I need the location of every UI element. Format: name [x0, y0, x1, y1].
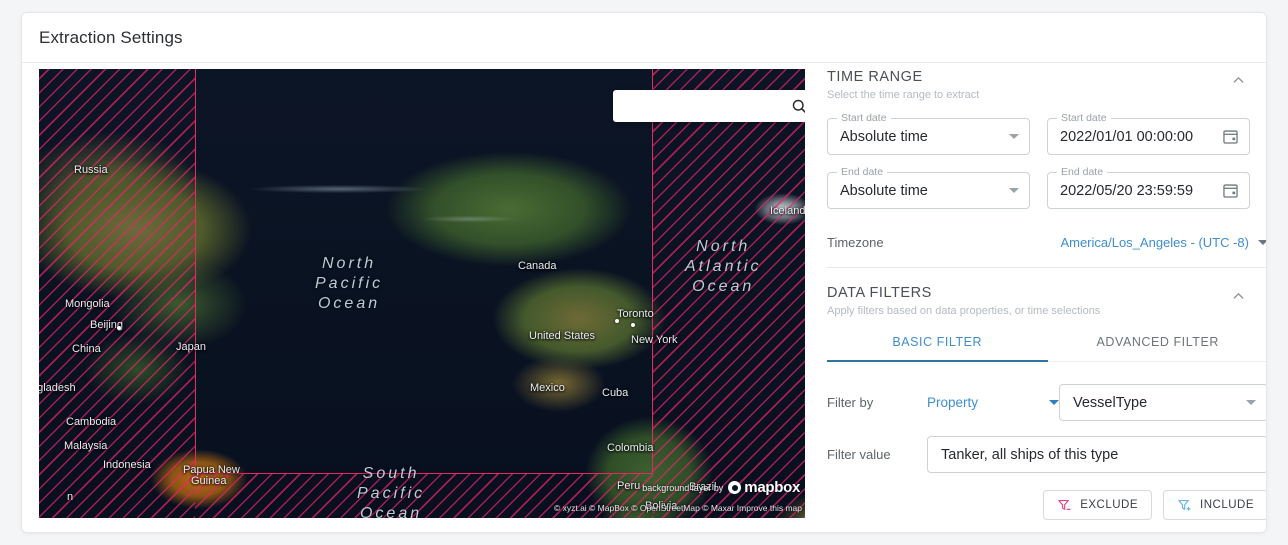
- map-attribution-bottom[interactable]: © xyzt.ai © MapBox © OpenStreetMap © Max…: [554, 503, 802, 513]
- end-date-label: End date: [1057, 166, 1108, 178]
- map-place-label: Malaysia: [64, 440, 108, 452]
- include-button-label: INCLUDE: [1200, 499, 1254, 511]
- chevron-down-icon[interactable]: [1009, 134, 1019, 139]
- calendar-icon[interactable]: [1222, 128, 1239, 145]
- map-place-label: Mauritan: [804, 394, 805, 406]
- extraction-settings-card: Extraction Settings Russia Mongolia Beijin…: [21, 12, 1267, 533]
- map-place-label: Iceland: [770, 205, 805, 217]
- chevron-down-icon[interactable]: [1246, 400, 1256, 405]
- filter-by-property-select[interactable]: VesselType: [1059, 384, 1266, 421]
- map-place-label: Canada: [518, 260, 557, 272]
- filter-tabs: BASIC FILTER ADVANCED FILTER: [827, 335, 1267, 362]
- data-filters-section-header: DATA FILTERS Apply filters based on data…: [827, 285, 1266, 317]
- map-place-label: New York: [631, 334, 678, 346]
- map-search-box[interactable]: [613, 90, 805, 122]
- map-city-dot: [615, 319, 619, 323]
- map-place-label: Peru: [617, 480, 641, 492]
- map-place-label: Guinea: [191, 475, 227, 487]
- filter-by-type-select[interactable]: Property: [927, 395, 1059, 410]
- map-city-dot: [117, 326, 121, 330]
- start-date-value[interactable]: 2022/01/01 00:00:00: [1060, 129, 1222, 145]
- map-ocean-label: South Pacific Ocean: [357, 465, 426, 518]
- map-search-input[interactable]: [623, 99, 791, 113]
- map-place-label: China: [72, 343, 101, 355]
- filter-by-label: Filter by: [827, 395, 874, 410]
- filter-action-buttons: EXCLUDE INCLUDE: [827, 490, 1266, 520]
- card-header: Extraction Settings: [22, 13, 1266, 63]
- end-mode-value: Absolute time: [840, 182, 928, 199]
- filter-value-label: Filter value: [827, 447, 891, 462]
- map-place-label: Toronto: [617, 308, 654, 320]
- chevron-down-icon[interactable]: [1258, 240, 1266, 245]
- calendar-icon[interactable]: [1222, 182, 1239, 199]
- end-date-field[interactable]: End date 2022/05/20 23:59:59: [1047, 166, 1250, 209]
- filter-plus-icon: [1178, 499, 1191, 511]
- map-place-label: Indonesia: [103, 459, 151, 471]
- map-ocean-label: North Atlantic Ocean: [685, 238, 762, 295]
- map-place-label: Russia: [74, 164, 108, 176]
- map-place-label: United States: [529, 330, 596, 342]
- page-title: Extraction Settings: [39, 27, 183, 47]
- exclude-button[interactable]: EXCLUDE: [1043, 490, 1153, 520]
- data-filters-subtitle: Apply filters based on data properties, …: [827, 305, 1101, 317]
- mapbox-wordmark: mapbox: [744, 479, 800, 496]
- tab-advanced-filter[interactable]: ADVANCED FILTER: [1048, 335, 1267, 361]
- time-range-section-header: TIME RANGE Select the time range to extr…: [827, 69, 1266, 101]
- map-place-label: n: [67, 491, 74, 503]
- map-place-label: ngladesh: [39, 382, 76, 394]
- map-place-label: Cambodia: [66, 416, 117, 428]
- mapbox-logo: mapbox: [728, 479, 800, 496]
- data-filters-title: DATA FILTERS: [827, 285, 932, 301]
- timezone-select[interactable]: America/Los_Angeles - (UTC -8): [1060, 235, 1266, 250]
- map-place-label: Japan: [176, 341, 206, 353]
- data-filters-collapse-chevron-up-icon[interactable]: [1231, 289, 1246, 304]
- end-mode-label: End date: [837, 166, 888, 178]
- search-icon[interactable]: [791, 98, 805, 115]
- timezone-row: Timezone America/Los_Angeles - (UTC -8): [827, 235, 1266, 250]
- time-range-collapse-chevron-up-icon[interactable]: [1231, 73, 1246, 88]
- end-mode-select[interactable]: End date Absolute time: [827, 166, 1030, 209]
- filter-by-type-value: Property: [927, 395, 979, 410]
- filter-value-input[interactable]: [941, 446, 1254, 463]
- settings-panel: TIME RANGE Select the time range to extr…: [827, 69, 1267, 529]
- filter-minus-icon: [1058, 499, 1071, 510]
- start-mode-value: Absolute time: [840, 128, 928, 145]
- filter-value-row: Filter value: [827, 436, 1266, 473]
- map-attribution-top: background layer by mapbox: [642, 479, 800, 496]
- map-place-label: Cuba: [602, 387, 629, 399]
- start-date-field[interactable]: Start date 2022/01/01 00:00:00: [1047, 112, 1250, 155]
- map-place-label: Colombia: [607, 442, 654, 454]
- end-date-value[interactable]: 2022/05/20 23:59:59: [1060, 183, 1222, 199]
- time-range-title: TIME RANGE: [827, 69, 923, 85]
- start-date-label: Start date: [1057, 112, 1111, 124]
- map-ocean-label: North Pacific Ocean: [315, 255, 384, 312]
- start-mode-label: Start date: [837, 112, 891, 124]
- map-place-label: Mongolia: [65, 298, 110, 310]
- time-range-subtitle: Select the time range to extract: [827, 89, 980, 101]
- filter-by-property-value: VesselType: [1073, 394, 1148, 411]
- mapbox-mark-icon: [728, 481, 742, 494]
- section-divider: [827, 267, 1266, 268]
- filter-by-row: Filter by Property VesselType: [827, 384, 1266, 421]
- map-city-dot: [631, 323, 635, 327]
- start-mode-select[interactable]: Start date Absolute time: [827, 112, 1030, 155]
- timezone-label: Timezone: [827, 235, 884, 250]
- chevron-down-icon[interactable]: [1009, 188, 1019, 193]
- background-layer-label: background layer by: [642, 482, 724, 493]
- chevron-down-icon[interactable]: [1049, 400, 1059, 405]
- filter-value-input-wrap[interactable]: [927, 436, 1266, 473]
- include-button[interactable]: INCLUDE: [1163, 490, 1266, 520]
- exclude-button-label: EXCLUDE: [1080, 499, 1139, 511]
- map-place-label: Mexico: [530, 382, 565, 394]
- timezone-value: America/Los_Angeles - (UTC -8): [1060, 235, 1249, 250]
- tab-basic-filter[interactable]: BASIC FILTER: [827, 335, 1048, 361]
- map-viewport[interactable]: RussiaMongoliaBeijingChinaJapanngladeshC…: [39, 69, 805, 518]
